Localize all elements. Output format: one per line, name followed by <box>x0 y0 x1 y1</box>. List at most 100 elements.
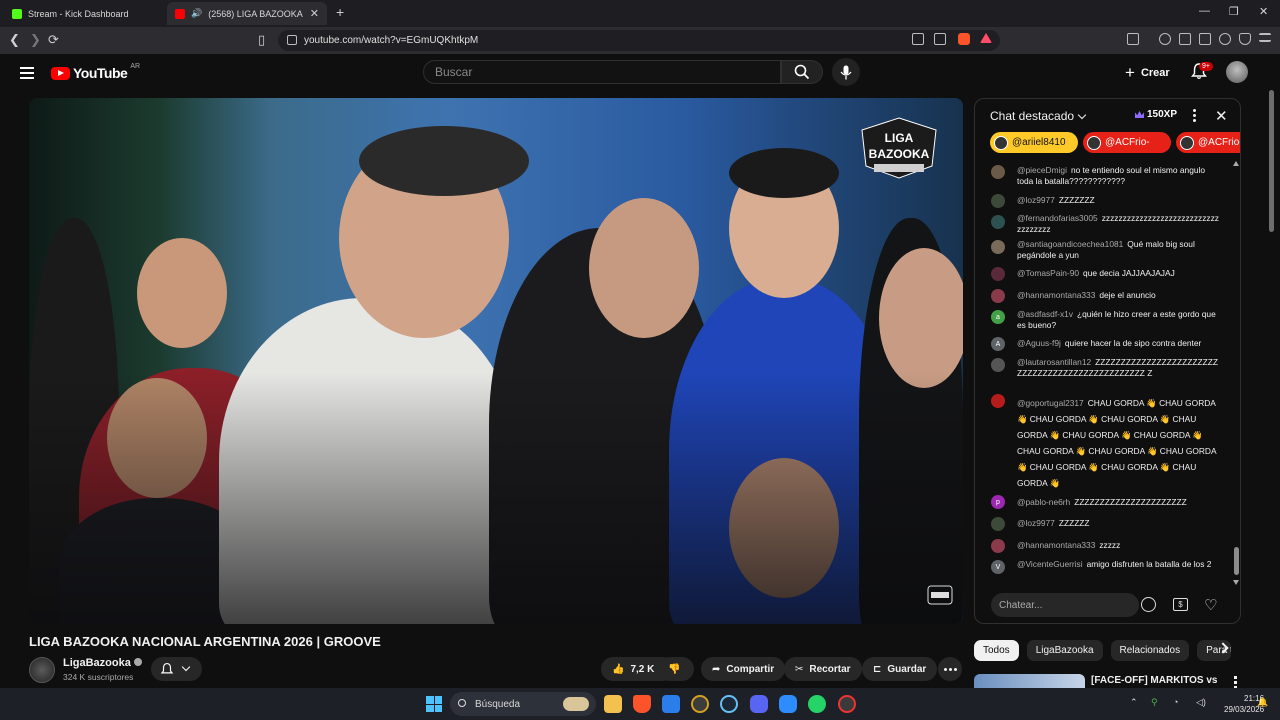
opera-gx-icon[interactable] <box>838 695 856 713</box>
chip-all[interactable]: Todos <box>974 640 1019 661</box>
more-actions-button[interactable] <box>938 657 962 681</box>
ms-store-icon[interactable] <box>662 695 680 713</box>
search-icon <box>458 699 466 707</box>
pinned-member-pill[interactable]: @ariiel8410 <box>990 132 1078 153</box>
url-field[interactable]: youtube.com/watch?v=EGmUQKhtkpM <box>278 30 1000 51</box>
notification-center-icon[interactable]: 🔔 <box>1257 697 1268 708</box>
video-player[interactable]: LIGA BAZOOKA <box>29 98 963 624</box>
save-button[interactable]: ⊏ Guardar <box>862 657 938 681</box>
share-button[interactable]: ➦ Compartir <box>701 657 786 681</box>
zoom-icon[interactable] <box>779 695 797 713</box>
network-icon[interactable]: ◔ <box>1173 697 1178 707</box>
clip-button[interactable]: ✂ Recortar <box>784 657 862 681</box>
tray-chevron-icon[interactable]: ⌃ <box>1130 697 1138 708</box>
heart-icon[interactable]: ♡ <box>1204 596 1217 614</box>
super-chat-icon[interactable]: $ <box>1173 598 1188 611</box>
chat-more-options-icon[interactable] <box>1193 109 1196 124</box>
related-more-options-icon[interactable] <box>1234 676 1237 688</box>
discord-icon[interactable] <box>750 695 768 713</box>
chat-message: @Aguus-f9j quiere hacer la de sipo contra… <box>1017 338 1221 349</box>
sidebar-icon[interactable] <box>1179 33 1191 45</box>
subscription-bell-button[interactable] <box>151 657 202 681</box>
message-author[interactable]: @loz9977 <box>1017 518 1055 528</box>
message-author[interactable]: @asdfasdf-x1v <box>1017 309 1073 319</box>
chat-message-input[interactable]: Chatear... <box>991 593 1139 617</box>
channel-name[interactable]: LigaBazooka <box>63 657 142 669</box>
minimize-button[interactable]: — <box>1199 5 1210 17</box>
chat-scrollbar[interactable] <box>1233 161 1239 585</box>
message-author[interactable]: @goportugal2317 <box>1017 398 1084 408</box>
message-author[interactable]: @TomasPain-90 <box>1017 268 1079 278</box>
related-video-title[interactable]: [FACE-OFF] MARKITOS vs <box>1091 675 1217 686</box>
related-video-thumbnail[interactable] <box>974 674 1085 688</box>
windows-start-icon[interactable] <box>426 696 442 712</box>
whatsapp-icon[interactable] <box>808 695 826 713</box>
message-author[interactable]: @Aguus-f9j <box>1017 338 1061 348</box>
message-author[interactable]: @pablo-ne6rh <box>1017 497 1070 507</box>
reload-icon[interactable]: ⟳ <box>48 32 59 48</box>
pinned-member-pill[interactable]: @ACFrio- <box>1083 132 1171 153</box>
chip-related[interactable]: Relacionados <box>1110 640 1190 661</box>
message-author[interactable]: @loz9977 <box>1017 195 1055 205</box>
account-avatar[interactable] <box>1226 61 1248 83</box>
brave-browser-icon[interactable] <box>633 695 651 713</box>
search-button[interactable] <box>781 60 823 84</box>
chat-mode-dropdown[interactable]: Chat destacado <box>990 109 1087 123</box>
file-explorer-icon[interactable] <box>604 695 622 713</box>
bookmark-icon[interactable]: ▯ <box>258 32 265 48</box>
pinned-member-pill[interactable]: @ACFrio- <box>1176 132 1241 153</box>
hamburger-menu-icon[interactable] <box>20 67 34 82</box>
leo-ai-icon[interactable] <box>1219 33 1231 45</box>
channel-avatar[interactable] <box>29 657 55 683</box>
message-author[interactable]: @lautarosantillan12 <box>1017 357 1091 367</box>
vpn-icon[interactable] <box>1239 33 1251 45</box>
emoji-icon[interactable] <box>1141 597 1156 612</box>
menu-icon[interactable] <box>1259 33 1271 42</box>
chip-ligabazooka[interactable]: LigaBazooka <box>1026 640 1103 661</box>
xp-badge[interactable]: 150XP <box>1135 109 1177 120</box>
maximize-button[interactable]: ❐ <box>1229 5 1239 18</box>
create-button[interactable]: + Crear <box>1125 63 1170 83</box>
browser-tab-kick[interactable]: Stream - Kick Dashboard <box>4 2 164 25</box>
brave-rewards-icon[interactable] <box>980 33 992 43</box>
message-author[interactable]: @fernandofarias3005 <box>1017 213 1098 223</box>
forward-icon[interactable]: ❯ <box>30 32 41 48</box>
back-icon[interactable]: ❮ <box>9 32 20 48</box>
close-window-button[interactable]: ✕ <box>1259 5 1268 18</box>
share-page-icon[interactable] <box>934 33 946 45</box>
music-icon[interactable] <box>1159 33 1171 45</box>
voice-search-button[interactable] <box>832 58 860 86</box>
scroll-thumb[interactable] <box>1234 547 1239 575</box>
message-author[interactable]: @hannamontana333 <box>1017 290 1095 300</box>
message-author[interactable]: @santiagoandicoechea1081 <box>1017 239 1123 249</box>
search-input[interactable]: Buscar <box>423 60 781 84</box>
close-chat-icon[interactable]: ✕ <box>1215 107 1228 125</box>
message-author[interactable]: @hannamontana333 <box>1017 540 1095 550</box>
cast-icon[interactable] <box>912 33 924 45</box>
close-tab-icon[interactable]: ✕ <box>310 7 319 20</box>
site-info-icon[interactable] <box>287 35 297 45</box>
message-text: CHAU GORDA 👋 CHAU GORDA 👋 CHAU GORDA 👋 C… <box>1017 398 1217 488</box>
message-author[interactable]: @pieceDmigi <box>1017 165 1067 175</box>
steam-icon[interactable] <box>720 695 738 713</box>
scroll-up-arrow-icon[interactable] <box>1233 161 1239 166</box>
speaker-icon[interactable]: 🔊 <box>191 8 202 19</box>
tray-app-icon[interactable]: ⚲ <box>1151 697 1158 708</box>
scroll-down-arrow-icon[interactable] <box>1233 580 1239 585</box>
new-tab-button[interactable]: + <box>336 4 344 20</box>
message-author[interactable]: @VicenteGuerrisi <box>1017 559 1083 569</box>
message-text: deje el anuncio <box>1099 290 1156 300</box>
member-name: @ACFrio- <box>1198 137 1241 148</box>
app-icon[interactable] <box>691 695 709 713</box>
browser-tab-youtube[interactable]: 🔊 (2568) LIGA BAZOOKA NACIO ✕ <box>167 2 327 25</box>
thumbs-down-icon: 👎 <box>668 663 681 675</box>
chat-message: @goportugal2317 CHAU GORDA 👋 CHAU GORDA 👋… <box>1017 395 1221 491</box>
volume-icon[interactable]: ◁) <box>1196 697 1206 708</box>
wallet-icon[interactable] <box>1199 33 1211 45</box>
screenshot-icon[interactable] <box>1127 33 1139 45</box>
taskbar-search[interactable]: Búsqueda <box>450 692 596 716</box>
youtube-logo[interactable]: YouTube AR <box>51 63 140 81</box>
dislike-button[interactable]: 👎 <box>658 657 694 681</box>
brave-shield-icon[interactable] <box>958 33 970 45</box>
page-scrollbar-thumb[interactable] <box>1269 90 1274 232</box>
